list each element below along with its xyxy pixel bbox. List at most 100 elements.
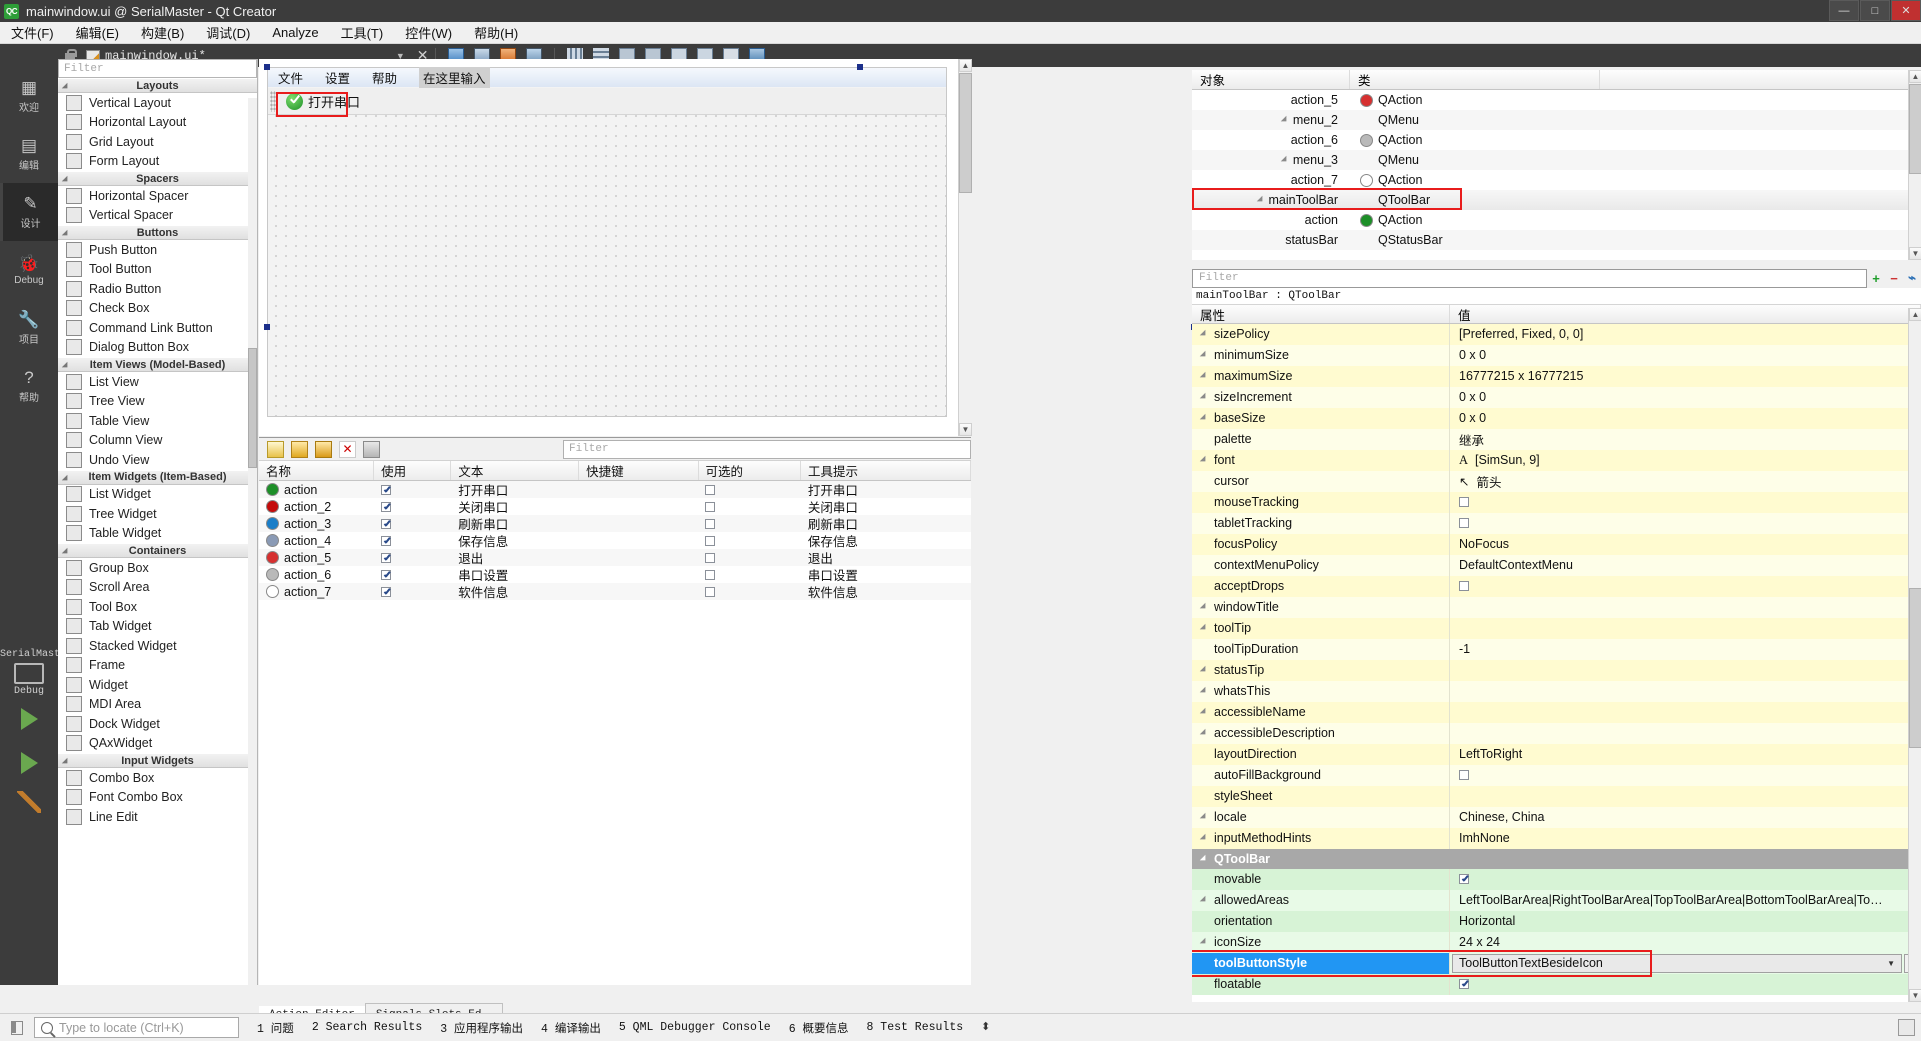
menu-帮助(H)[interactable]: 帮助(H) [463,21,529,44]
expand-arrow-icon[interactable] [1199,937,1209,947]
property-group-qtoolbar[interactable]: QToolBar [1192,849,1921,869]
property-row[interactable]: acceptDrops [1192,575,1921,597]
widget-category-Spacers[interactable]: Spacers [58,171,257,186]
property-row[interactable]: baseSize 0 x 0 [1192,407,1921,429]
resize-handle-bottom-left[interactable] [264,324,270,330]
pe-col-property[interactable]: 属性 [1192,305,1450,323]
property-row[interactable]: focusPolicy NoFocus [1192,533,1921,555]
form-scroll-thumb[interactable] [959,73,972,193]
widget-item-Tool Box[interactable]: Tool Box [58,597,257,617]
expand-arrow-icon[interactable] [1199,371,1209,381]
expand-arrow-icon[interactable] [1199,707,1209,717]
property-row[interactable]: contextMenuPolicy DefaultContextMenu [1192,554,1921,576]
action-used-checkbox[interactable] [381,501,392,512]
expand-arrow-icon[interactable] [1280,115,1290,125]
property-value-cell[interactable]: LeftToolBarArea|RightToolBarArea|TopTool… [1450,889,1921,911]
run-button[interactable] [0,697,58,741]
property-scroll-thumb[interactable] [1909,588,1921,748]
property-row[interactable]: tabletTracking [1192,512,1921,534]
expand-arrow-icon[interactable] [1199,623,1209,633]
delete-action-icon[interactable]: ✕ [339,440,356,458]
form-vertical-scrollbar[interactable]: ▲ ▼ [958,59,972,436]
widget-item-Command Link Button[interactable]: Command Link Button [58,318,257,338]
expand-arrow-icon[interactable] [1199,665,1209,675]
property-value-cell[interactable]: 0 x 0 [1450,407,1921,429]
property-value-cell[interactable] [1450,680,1921,702]
property-row[interactable]: allowedAreas LeftToolBarArea|RightToolBa… [1192,889,1921,911]
pe-col-value[interactable]: 值 [1450,305,1921,323]
property-row[interactable]: floatable [1192,973,1921,995]
property-row[interactable]: toolTip [1192,617,1921,639]
output-pane-updown-icon[interactable]: ⬍ [981,1022,990,1033]
property-value-cell[interactable]: Chinese, China [1450,806,1921,828]
menu-文件(F)[interactable]: 文件(F) [0,21,65,44]
property-row[interactable]: cursor ↖ 箭头 [1192,470,1921,492]
property-value-cell[interactable] [1450,512,1921,534]
widget-item-Dock Widget[interactable]: Dock Widget [58,714,257,734]
widget-item-Radio Button[interactable]: Radio Button [58,279,257,299]
form-menu-type-here[interactable]: 在这里输入 [419,67,490,88]
menu-编辑(E)[interactable]: 编辑(E) [65,21,130,44]
action-checkable-checkbox[interactable] [705,569,716,580]
action-col-使用[interactable]: 使用 [374,461,452,480]
property-value-cell[interactable]: DefaultContextMenu [1450,554,1921,576]
action-col-工具提示[interactable]: 工具提示 [801,461,972,480]
property-checkbox[interactable] [1459,874,1469,884]
widget-item-Table View[interactable]: Table View [58,411,257,431]
property-value-cell[interactable] [1450,659,1921,681]
property-row[interactable]: movable [1192,868,1921,890]
mode-编辑[interactable]: ▤ 编辑 [0,125,58,183]
output-pane-6 概要信息[interactable]: 6 概要信息 [789,1020,849,1036]
form-menu-文件[interactable]: 文件 [278,68,303,87]
property-row[interactable]: statusTip [1192,659,1921,681]
widget-item-Tool Button[interactable]: Tool Button [58,260,257,280]
property-checkbox[interactable] [1459,497,1469,507]
property-value-cell[interactable] [1450,764,1921,786]
widget-category-Item Views (Model-Based)[interactable]: Item Views (Model-Based) [58,357,257,372]
widget-item-Horizontal Layout[interactable]: Horizontal Layout [58,113,257,133]
active-project-name[interactable]: SerialMaster [0,645,72,660]
property-row[interactable]: accessibleName [1192,701,1921,723]
widget-item-Font Combo Box[interactable]: Font Combo Box [58,788,257,808]
action-used-checkbox[interactable] [381,569,392,580]
action-table-body[interactable]: action 打开串口 打开串口 action_2 关闭串口 关闭串口 acti… [259,481,971,600]
widget-item-Tab Widget[interactable]: Tab Widget [58,617,257,637]
list-item[interactable]: mainToolBar QToolBar [1192,190,1921,210]
widget-item-Form Layout[interactable]: Form Layout [58,152,257,172]
property-row[interactable]: minimumSize 0 x 0 [1192,344,1921,366]
view-settings-icon[interactable] [363,440,380,458]
toggle-sidebar-button[interactable] [0,1014,34,1041]
widget-item-Tree Widget[interactable]: Tree Widget [58,504,257,524]
configure-property-button[interactable]: ⌁ [1903,269,1921,287]
oi-col-class[interactable]: 类 [1350,70,1600,89]
object-inspector-scroll-thumb[interactable] [1909,84,1921,174]
output-pane-5 QML Debugger Console[interactable]: 5 QML Debugger Console [619,1021,771,1034]
widget-item-Column View[interactable]: Column View [58,431,257,451]
list-item[interactable]: menu_3 QMenu [1192,150,1921,170]
widget-item-Group Box[interactable]: Group Box [58,558,257,578]
locator-search-input[interactable]: Type to locate (Ctrl+K) [34,1017,239,1038]
expand-arrow-icon[interactable] [1280,155,1290,165]
table-row[interactable]: action_2 关闭串口 关闭串口 [259,498,971,515]
action-used-checkbox[interactable] [381,552,392,563]
menu-调试(D)[interactable]: 调试(D) [195,21,261,44]
table-row[interactable]: action_6 串口设置 串口设置 [259,566,971,583]
action-col-文本[interactable]: 文本 [451,461,580,480]
widget-item-Horizontal Spacer[interactable]: Horizontal Spacer [58,186,257,206]
property-row[interactable]: whatsThis [1192,680,1921,702]
widget-item-Dialog Button Box[interactable]: Dialog Button Box [58,338,257,358]
expand-arrow-icon[interactable] [1199,728,1209,738]
expand-arrow-icon[interactable] [1199,392,1209,402]
object-inspector-scrollbar[interactable]: ▲ ▼ [1908,70,1921,260]
property-value-cell[interactable]: NoFocus [1450,533,1921,555]
form-tool-bar[interactable]: 打开串口 [268,88,946,115]
property-value-cell[interactable]: LeftToRight [1450,743,1921,765]
widget-item-Vertical Layout[interactable]: Vertical Layout [58,93,257,113]
expand-arrow-icon[interactable] [1199,833,1209,843]
expand-arrow-icon[interactable] [1199,329,1209,339]
widget-item-Scroll Area[interactable]: Scroll Area [58,578,257,598]
property-value-cell[interactable]: 继承 [1450,428,1921,450]
table-row[interactable]: action_4 保存信息 保存信息 [259,532,971,549]
property-value-cell[interactable] [1450,596,1921,618]
mode-Debug[interactable]: 🐞 Debug [0,241,58,299]
